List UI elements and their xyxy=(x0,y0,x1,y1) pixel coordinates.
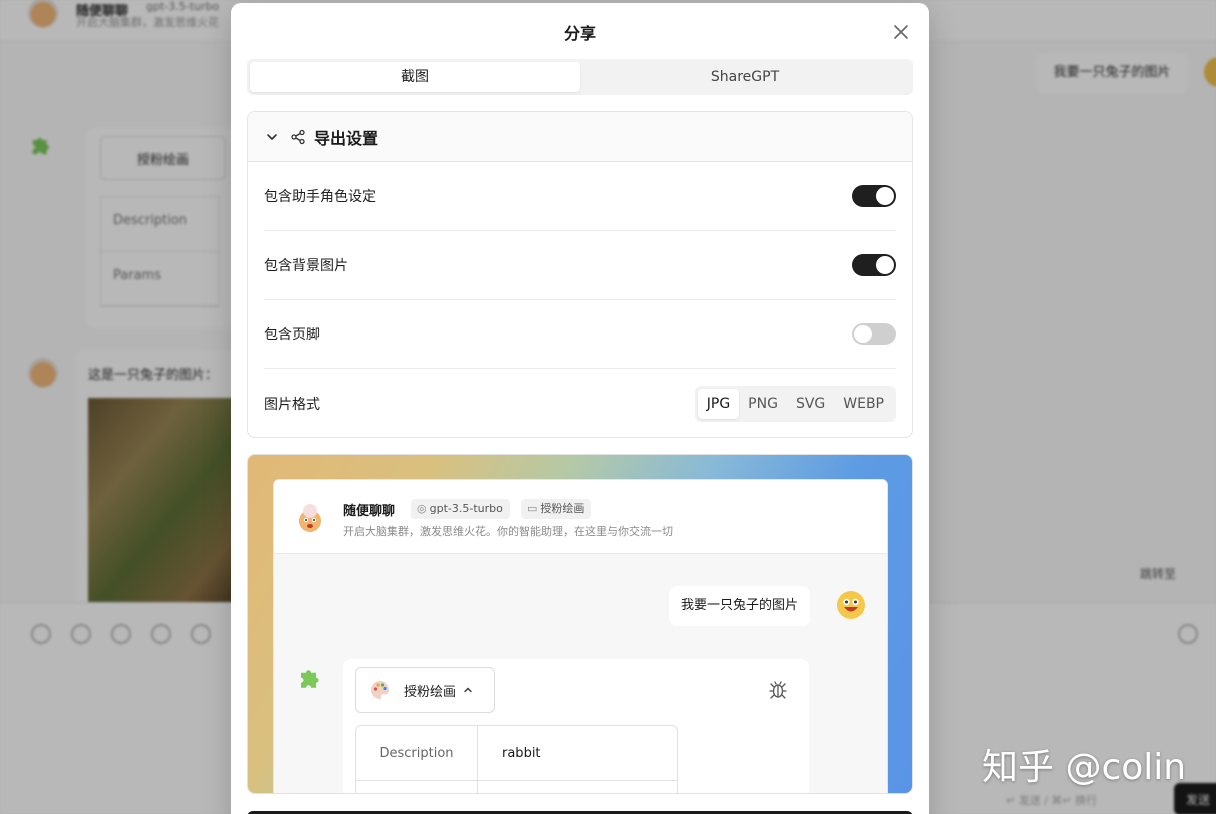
model-tag: ◎ gpt-3.5-turbo xyxy=(411,499,510,519)
table-row: Params xyxy=(356,781,677,793)
table-key: Description xyxy=(356,726,478,780)
table-value: rabbit xyxy=(502,746,541,761)
close-button[interactable] xyxy=(891,22,911,42)
setting-label: 图片格式 xyxy=(264,396,320,413)
chevron-up-icon xyxy=(464,687,472,693)
setting-label: 包含页脚 xyxy=(264,327,320,343)
toggle-knob xyxy=(854,325,872,343)
model-tag-label: gpt-3.5-turbo xyxy=(429,502,503,515)
format-option-webp[interactable]: WEBP xyxy=(834,389,893,419)
close-icon xyxy=(894,25,908,39)
setting-label: 包含助手角色设定 xyxy=(264,189,376,205)
toggle-knob xyxy=(876,256,894,274)
preview-plugin-card: 授粉绘画 Description rabbit Params xyxy=(343,659,809,793)
preview-header: 随便聊聊 ◎ gpt-3.5-turbo ▭ 授粉绘画 开启大脑集群，激发思维火花。… xyxy=(274,480,887,554)
share-modal: 分享 截图 ShareGPT 导出设置 包含助手角色设定 包含背景图片 包含页脚… xyxy=(231,3,929,814)
plugin-icon: ▭ xyxy=(527,502,538,515)
agent-avatar-icon xyxy=(299,504,321,532)
setting-row-background: 包含背景图片 xyxy=(264,231,896,300)
modal-title: 分享 xyxy=(563,24,596,43)
plugin-tag: ▭ 授粉绘画 xyxy=(521,499,592,519)
export-settings-panel: 导出设置 包含助手角色设定 包含背景图片 包含页脚 图片格式 JPG PNG S… xyxy=(247,111,913,438)
preview-agent-desc: 开启大脑集群，激发思维火花。你的智能助理，在这里与你交流一切 xyxy=(343,525,673,538)
setting-row-footer: 包含页脚 xyxy=(264,300,896,369)
watermark: 知乎 @colin xyxy=(982,747,1187,788)
share-icon xyxy=(291,129,305,144)
plugin-tag-label: 授粉绘画 xyxy=(540,502,585,515)
image-format-selector: JPG PNG SVG WEBP xyxy=(694,385,896,422)
tab-sharegpt[interactable]: ShareGPT xyxy=(580,62,910,92)
export-settings-header[interactable]: 导出设置 xyxy=(248,112,912,162)
format-option-png[interactable]: PNG xyxy=(739,389,787,419)
setting-row-image-format: 图片格式 JPG PNG SVG WEBP xyxy=(264,369,896,437)
chevron-down-icon xyxy=(267,133,277,140)
share-tabs: 截图 ShareGPT xyxy=(247,59,913,95)
toggle-knob xyxy=(876,187,894,205)
format-option-svg[interactable]: SVG xyxy=(787,389,834,419)
plugin-chip: 授粉绘画 xyxy=(355,667,495,713)
bug-icon xyxy=(769,681,787,699)
toggle-background-image[interactable] xyxy=(852,254,896,276)
preview-agent-name: 随便聊聊 xyxy=(343,504,396,519)
export-settings-title: 导出设置 xyxy=(314,128,379,148)
user-avatar-icon xyxy=(837,591,865,619)
palette-icon xyxy=(370,681,389,699)
table-key: Params xyxy=(356,781,478,793)
format-option-jpg[interactable]: JPG xyxy=(697,388,740,419)
preview-user-message: 我要一只兔子的图片 xyxy=(669,586,811,626)
setting-label: 包含背景图片 xyxy=(264,258,348,274)
puzzle-icon xyxy=(301,670,319,688)
screenshot-preview: 随便聊聊 ◎ gpt-3.5-turbo ▭ 授粉绘画 开启大脑集群，激发思维火花。… xyxy=(247,454,913,794)
table-value xyxy=(478,781,502,793)
table-row: Description rabbit xyxy=(356,726,677,781)
model-icon: ◎ xyxy=(417,502,427,515)
plugin-chip-label: 授粉绘画 xyxy=(404,684,457,700)
plugin-params-table: Description rabbit Params xyxy=(355,725,678,793)
toggle-footer[interactable] xyxy=(852,323,896,345)
tab-screenshot[interactable]: 截图 xyxy=(250,62,580,92)
toggle-assistant-role[interactable] xyxy=(852,185,896,207)
setting-row-assistant-role: 包含助手角色设定 xyxy=(264,162,896,231)
preview-card: 随便聊聊 ◎ gpt-3.5-turbo ▭ 授粉绘画 开启大脑集群，激发思维火花。… xyxy=(273,479,888,793)
